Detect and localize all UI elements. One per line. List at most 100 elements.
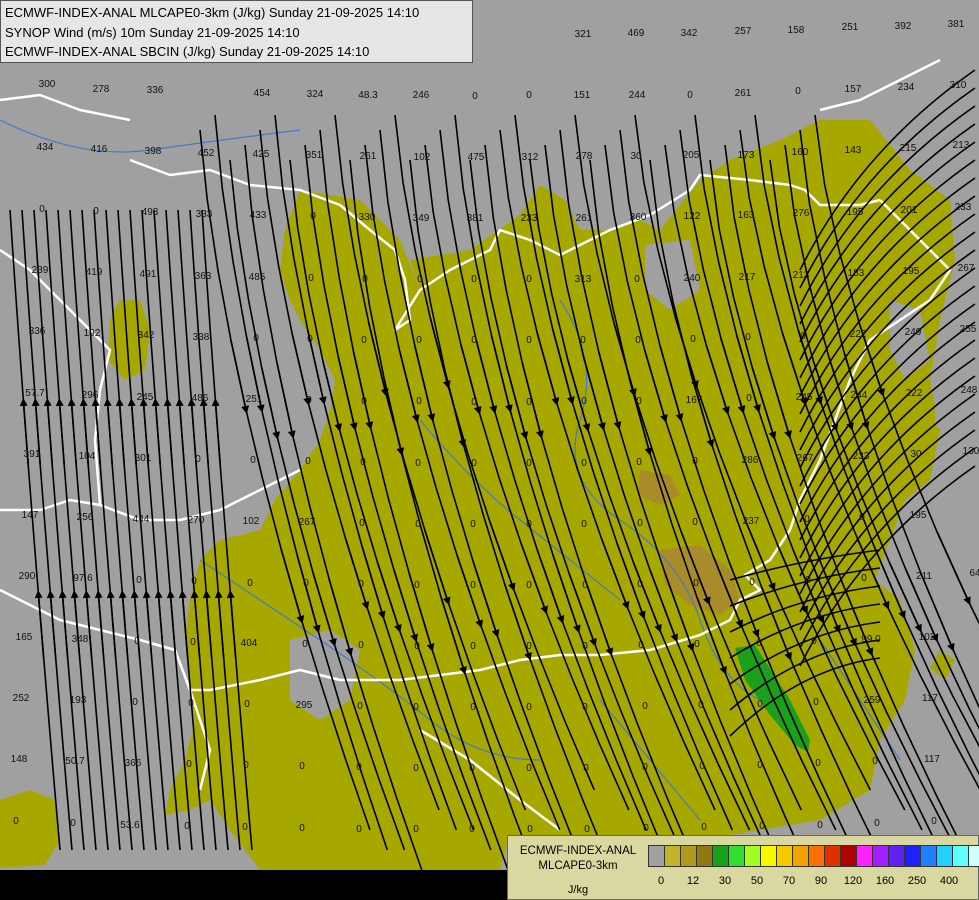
station-value: 151 bbox=[574, 90, 591, 101]
station-value: 160 bbox=[792, 147, 809, 158]
station-value: 270 bbox=[188, 515, 205, 526]
station-value: 163 bbox=[738, 210, 755, 221]
legend-tick-label: 0 bbox=[657, 875, 665, 887]
station-value: 313 bbox=[575, 274, 592, 285]
legend-title-model: ECMWF-INDEX-ANAL bbox=[519, 845, 637, 857]
station-value: 0 bbox=[638, 640, 644, 651]
station-value: 0 bbox=[132, 697, 138, 708]
station-value: 251 bbox=[246, 394, 263, 405]
station-value: 252 bbox=[13, 693, 30, 704]
station-value: 0 bbox=[526, 274, 532, 285]
station-value: 267 bbox=[299, 517, 316, 528]
station-value: 0 bbox=[243, 760, 249, 771]
station-value: 104 bbox=[79, 451, 96, 462]
station-value: 222 bbox=[850, 329, 867, 340]
station-value: 117 bbox=[922, 693, 938, 704]
station-value: 0 bbox=[93, 206, 99, 217]
station-value: 0 bbox=[469, 824, 475, 835]
station-value: 240 bbox=[684, 273, 701, 284]
station-value: 0 bbox=[416, 396, 422, 407]
station-value: 0 bbox=[815, 758, 821, 769]
legend-swatch bbox=[697, 846, 713, 866]
station-value: 398 bbox=[145, 146, 162, 157]
legend-swatch bbox=[921, 846, 937, 866]
station-value: 97.6 bbox=[73, 573, 93, 584]
station-value: 167 bbox=[686, 395, 703, 406]
station-value: 475 bbox=[468, 152, 485, 163]
station-value: 0 bbox=[303, 578, 309, 589]
station-value: 64 bbox=[969, 568, 979, 579]
station-value: 0 bbox=[694, 639, 700, 650]
station-value: 381 bbox=[467, 213, 484, 224]
station-value: 0 bbox=[634, 274, 640, 285]
station-value: 0 bbox=[306, 395, 312, 406]
station-value: 234 bbox=[898, 82, 915, 93]
station-value: 363 bbox=[195, 271, 212, 282]
legend-title: ECMWF-INDEX-ANAL MLCAPE0-3km bbox=[512, 844, 644, 874]
station-value: 0 bbox=[861, 573, 867, 584]
station-value: 419 bbox=[86, 267, 103, 278]
station-value: 324 bbox=[307, 89, 324, 100]
station-value: 0 bbox=[756, 638, 762, 649]
legend-swatch bbox=[969, 846, 979, 866]
station-value: 261 bbox=[735, 88, 752, 99]
station-value: 381 bbox=[948, 19, 965, 30]
station-value: 0 bbox=[698, 700, 704, 711]
station-value: 0 bbox=[471, 397, 477, 408]
station-value: 0 bbox=[749, 577, 755, 588]
station-value: 0 bbox=[244, 699, 250, 710]
station-value: 0 bbox=[692, 517, 698, 528]
legend-swatch bbox=[761, 846, 777, 866]
station-value: 246 bbox=[413, 90, 430, 101]
station-value: 0 bbox=[582, 641, 588, 652]
station-value: 0 bbox=[358, 579, 364, 590]
station-value: 239 bbox=[32, 265, 49, 276]
station-value: 351 bbox=[306, 150, 323, 161]
station-value: 333 bbox=[196, 209, 213, 220]
station-value: 360 bbox=[630, 212, 647, 223]
station-value: 244 bbox=[629, 90, 646, 101]
station-value: 0 bbox=[250, 455, 256, 466]
station-value: 0 bbox=[413, 763, 419, 774]
station-value: 0 bbox=[526, 580, 532, 591]
station-value: 444 bbox=[133, 514, 150, 525]
legend-tick-label: 160 bbox=[875, 875, 895, 887]
station-value: 278 bbox=[93, 84, 110, 95]
map-header: ECMWF-INDEX-ANAL MLCAPE0-3km (J/kg) Sund… bbox=[0, 0, 473, 63]
station-value: 0 bbox=[190, 637, 196, 648]
station-value: 57.7 bbox=[25, 388, 45, 399]
station-value: 249 bbox=[905, 327, 922, 338]
station-value: 0 bbox=[470, 702, 476, 713]
station-value: 0 bbox=[356, 762, 362, 773]
station-value: 0 bbox=[636, 396, 642, 407]
station-value: 416 bbox=[91, 144, 108, 155]
station-value: 0 bbox=[471, 274, 477, 285]
station-value: 201 bbox=[901, 205, 918, 216]
station-value: 233 bbox=[853, 451, 870, 462]
station-value: 244 bbox=[851, 390, 868, 401]
station-value: 0 bbox=[188, 698, 194, 709]
station-value: 0 bbox=[356, 824, 362, 835]
station-value: 0 bbox=[302, 639, 308, 650]
station-value: 0 bbox=[757, 699, 763, 710]
legend-tick-label: 30 bbox=[718, 875, 732, 887]
station-value: 237 bbox=[743, 516, 760, 527]
station-value: 0 bbox=[859, 512, 865, 523]
station-value: 286 bbox=[742, 455, 759, 466]
station-value: 486 bbox=[192, 393, 209, 404]
station-value: 0 bbox=[699, 761, 705, 772]
station-value: 0 bbox=[359, 518, 365, 529]
station-value: 0 bbox=[469, 763, 475, 774]
station-value: 147 bbox=[22, 510, 39, 521]
station-value: 0 bbox=[310, 211, 316, 222]
station-value: 233 bbox=[521, 213, 538, 224]
station-value: 336 bbox=[29, 326, 46, 337]
station-value: 0 bbox=[414, 580, 420, 591]
station-value: 0 bbox=[413, 824, 419, 835]
station-value: 143 bbox=[845, 145, 862, 156]
station-value: 0 bbox=[581, 458, 587, 469]
station-value: 195 bbox=[903, 266, 920, 277]
station-value: 122 bbox=[684, 211, 701, 222]
legend-swatch bbox=[665, 846, 681, 866]
station-value: 261 bbox=[576, 213, 593, 224]
